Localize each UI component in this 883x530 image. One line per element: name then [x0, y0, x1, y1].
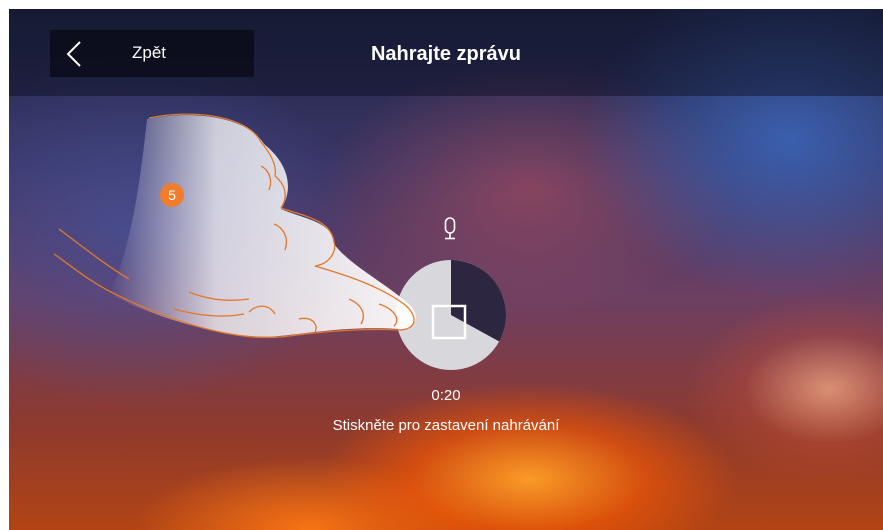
- screen: Zpět Nahrajte zprávu 0:20 Stiskněte pro …: [9, 9, 883, 530]
- top-bar: Zpět Nahrajte zprávu: [9, 9, 883, 96]
- step-badge: 5: [160, 183, 184, 207]
- tap-hand-illustration: [53, 113, 416, 339]
- page-title: Nahrajte zprávu: [370, 43, 522, 65]
- stop-recording-hint: Stiskněte pro zastavení nahrávání: [332, 417, 560, 434]
- recording-timer: 0:20: [431, 387, 461, 404]
